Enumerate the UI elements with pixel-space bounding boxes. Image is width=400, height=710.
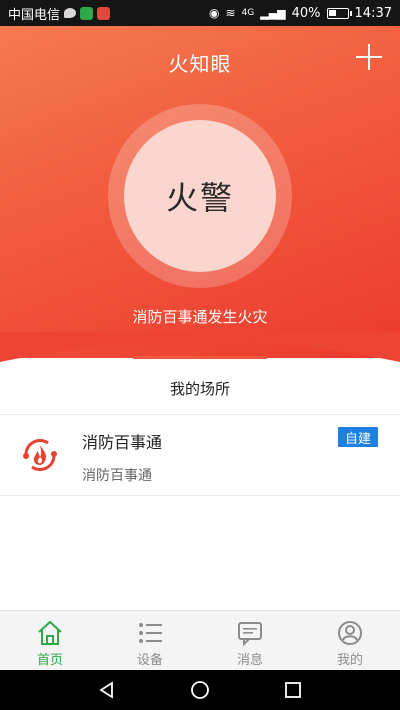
battery-percent: 40% [291, 5, 321, 21]
system-nav-bar [0, 670, 400, 710]
recents-icon[interactable] [283, 680, 303, 700]
tab-indicator [133, 356, 267, 359]
nav-messages[interactable]: 消息 [200, 611, 300, 670]
page-title: 火知眼 [168, 52, 232, 76]
location-notification-icon [97, 6, 111, 20]
nav-devices-label: 设备 [136, 653, 163, 668]
carrier-label: 中国电信 [8, 7, 61, 23]
list-icon [139, 623, 162, 643]
tab-my-places[interactable]: 我的场所 [0, 378, 400, 399]
nav-devices[interactable]: 设备 [100, 611, 200, 670]
add-icon[interactable] [356, 44, 382, 70]
nav-profile[interactable]: 我的 [300, 611, 400, 670]
bottom-nav: 首页 设备 消息 我的 [0, 610, 400, 670]
place-subtitle: 消防百事通 [82, 468, 152, 484]
place-name: 消防百事通 [82, 433, 163, 452]
eye-icon: ◉ [208, 6, 220, 20]
app-notification-icon [80, 6, 94, 20]
divider [0, 495, 400, 496]
alarm-ring: 火警 [108, 104, 292, 288]
battery-icon [326, 7, 352, 19]
clock: 14:37 [354, 5, 392, 21]
alarm-message: 消防百事通发生火灾 [132, 308, 268, 326]
self-built-badge: 自建 [338, 427, 378, 447]
home-icon [38, 620, 62, 645]
user-icon [338, 621, 362, 645]
signal-label: 4G [241, 8, 255, 18]
signal-icon: ▂▄▆ [260, 6, 286, 20]
home-circle-icon[interactable] [190, 680, 210, 700]
fire-logo-icon [23, 439, 57, 471]
chat-notification-icon [64, 8, 77, 18]
hero-curve-decoration [0, 332, 400, 362]
wifi-icon: ≋ [225, 6, 236, 20]
message-icon [238, 622, 262, 647]
list-item[interactable]: 消防百事通 消防百事通 自建 [0, 415, 400, 495]
nav-messages-label: 消息 [236, 653, 263, 668]
status-bar: 中国电信 ◉ ≋ 4G ▂▄▆ 40% 14:37 [0, 0, 400, 26]
alarm-hero: 火知眼 火警 消防百事通发生火灾 [0, 26, 400, 358]
nav-profile-label: 我的 [336, 653, 363, 668]
back-icon[interactable] [97, 680, 117, 700]
fire-alarm-button[interactable]: 火警 [124, 120, 276, 272]
nav-home[interactable]: 首页 [0, 611, 100, 670]
nav-home-label: 首页 [36, 653, 63, 668]
